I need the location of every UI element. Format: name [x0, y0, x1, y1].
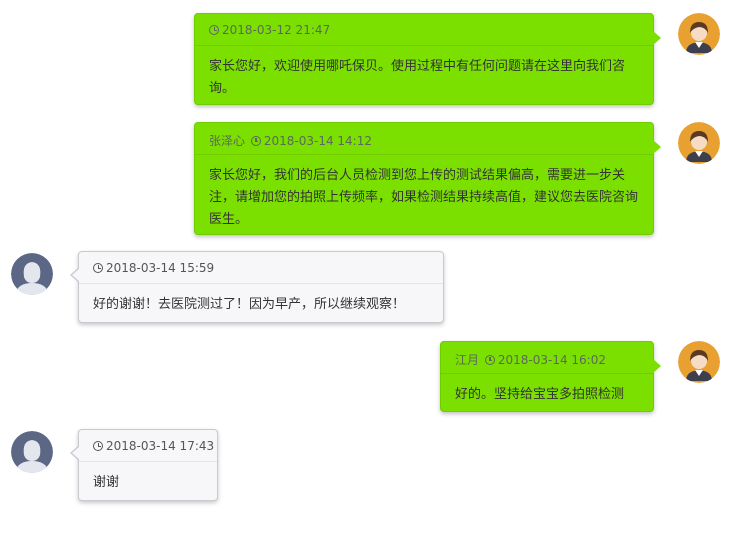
message-time: 2018-03-14 17:43	[106, 439, 215, 453]
message-text: 家长您好，我们的后台人员检测到您上传的测试结果偏高，需要进一步关注，请增加您的拍…	[209, 168, 639, 227]
message-text: 好的谢谢！去医院测过了！因为早产，所以继续观察！	[93, 297, 406, 312]
message-bubble[interactable]: 张泽心 2018-03-14 14:12 家长您好，我们的后台人员检测到您上传的…	[194, 122, 661, 235]
message-time: 2018-03-14 14:12	[263, 134, 372, 148]
message-header: 2018-03-12 21:47	[195, 14, 653, 46]
message-text: 好的。坚持给宝宝多拍照检测	[455, 387, 625, 402]
user-avatar-icon[interactable]	[11, 253, 53, 295]
message-time: 2018-03-12 21:47	[222, 23, 331, 37]
staff-avatar-icon[interactable]	[678, 122, 720, 164]
message-sender: 张泽心	[209, 134, 246, 148]
user-avatar-icon[interactable]	[11, 431, 53, 473]
message-bubble[interactable]: 2018-03-14 17:43 谢谢	[70, 429, 218, 501]
message-bubble[interactable]: 2018-03-12 21:47 家长您好，欢迎使用哪吒保贝。使用过程中有任何问…	[194, 13, 661, 105]
message-text: 谢谢	[93, 475, 120, 490]
message-time: 2018-03-14 16:02	[497, 353, 606, 367]
message-header: 张泽心 2018-03-14 14:12	[195, 123, 653, 155]
staff-avatar-icon[interactable]	[678, 341, 720, 383]
staff-avatar-icon[interactable]	[678, 13, 720, 55]
clock-icon	[93, 441, 103, 451]
message-header: 2018-03-14 17:43	[79, 430, 217, 462]
message-sender: 江月	[455, 353, 480, 367]
clock-icon	[250, 136, 261, 146]
clock-icon	[93, 263, 103, 273]
message-bubble[interactable]: 江月 2018-03-14 16:02 好的。坚持给宝宝多拍照检测	[440, 341, 661, 412]
message-header: 江月 2018-03-14 16:02	[441, 342, 653, 374]
message-header: 2018-03-14 15:59	[79, 252, 443, 284]
message-text: 家长您好，欢迎使用哪吒保贝。使用过程中有任何问题请在这里向我们咨询。	[209, 59, 626, 96]
clock-icon	[484, 355, 495, 365]
clock-icon	[209, 25, 219, 35]
message-time: 2018-03-14 15:59	[106, 261, 215, 275]
message-bubble[interactable]: 2018-03-14 15:59 好的谢谢！去医院测过了！因为早产，所以继续观察…	[70, 251, 444, 323]
